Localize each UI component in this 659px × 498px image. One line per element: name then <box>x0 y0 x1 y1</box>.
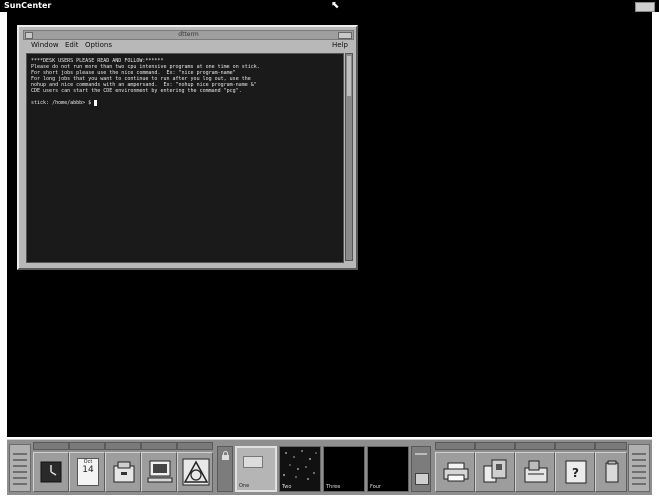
shapes-icon <box>182 458 210 486</box>
workspace-label: Two <box>282 484 292 490</box>
subpanel-arrow[interactable] <box>435 442 475 450</box>
terminal-menu-bar: Window Edit Options Help <box>23 41 352 50</box>
workspace-one-button[interactable]: One <box>235 446 277 492</box>
subpanel-arrow[interactable] <box>555 442 595 450</box>
terminal-title: dtterm <box>178 31 199 38</box>
file-manager-slot[interactable] <box>105 452 141 492</box>
workspace-backdrop-icon <box>280 447 320 483</box>
busy-light-icon[interactable] <box>415 473 429 485</box>
help-book-icon: ? <box>565 460 587 484</box>
app-manager-slot[interactable] <box>515 452 555 492</box>
menu-edit[interactable]: Edit <box>65 41 79 50</box>
application-manager-icon <box>524 460 548 483</box>
help-manager-slot[interactable]: ? <box>555 452 595 492</box>
subpanel-arrow[interactable] <box>141 442 177 450</box>
subpanel-arrow[interactable] <box>475 442 515 450</box>
clock-icon <box>40 461 62 483</box>
workspace-label: Four <box>370 484 381 490</box>
window-minimize-maximize-buttons[interactable] <box>338 32 352 39</box>
calendar-icon: Oct 14 <box>77 458 99 486</box>
printer-slot[interactable] <box>435 452 475 492</box>
workspace-label: One <box>239 483 250 489</box>
computer-icon <box>147 460 173 483</box>
top-bar-title: SunCenter <box>4 1 52 10</box>
application-manager-slot[interactable] <box>177 452 213 492</box>
file-drawer-icon <box>113 461 135 483</box>
scrollbar-thumb[interactable] <box>347 56 351 96</box>
trash-can-icon <box>605 460 619 483</box>
terminal-prompt: stick: /home/abbb> $ <box>31 100 95 106</box>
subpanel-arrow[interactable] <box>177 442 213 450</box>
calendar-day: 14 <box>82 465 94 475</box>
subpanel-arrow[interactable] <box>69 442 105 450</box>
workspace-four-button[interactable]: Four <box>367 446 409 492</box>
lock-exit-area <box>217 446 233 492</box>
mouse-pointer-icon: ⬉ <box>331 0 340 11</box>
terminal-window[interactable]: dtterm Window Edit Options Help ****DESK… <box>17 25 358 270</box>
svg-text:?: ? <box>572 466 579 480</box>
terminal-scrollbar[interactable] <box>345 53 353 261</box>
terminal-text-area[interactable]: ****DESK USERS PLEASE READ AND FOLLOW:**… <box>26 53 344 263</box>
trash-slot[interactable] <box>595 452 627 492</box>
front-panel-right-handle[interactable] <box>628 444 650 492</box>
calendar-slot[interactable]: Oct 14 <box>69 452 105 492</box>
lock-icon[interactable] <box>221 451 230 461</box>
printer-icon <box>443 462 469 482</box>
subpanel-arrow[interactable] <box>105 442 141 450</box>
terminal-cursor <box>94 100 97 106</box>
menu-window[interactable]: Window <box>31 41 59 50</box>
style-manager-icon <box>483 459 507 483</box>
menu-options[interactable]: Options <box>85 41 112 50</box>
terminal-launcher-slot[interactable] <box>141 452 177 492</box>
busy-indicator-area <box>411 446 431 492</box>
front-panel: Oct 14 One Two Three Four ? <box>7 439 652 495</box>
front-panel-left-handle[interactable] <box>9 444 31 492</box>
terminal-title-bar[interactable]: dtterm <box>23 30 354 40</box>
subpanel-arrow[interactable] <box>595 442 627 450</box>
subpanel-arrow[interactable] <box>33 442 69 450</box>
menu-help[interactable]: Help <box>332 41 348 50</box>
top-bar: SunCenter ⬉ <box>0 0 659 12</box>
style-manager-slot[interactable] <box>475 452 515 492</box>
subpanel-arrow[interactable] <box>515 442 555 450</box>
top-bar-indicator[interactable] <box>635 2 655 12</box>
clock-slot[interactable] <box>33 452 69 492</box>
workspace-label: Three <box>326 484 341 490</box>
workspace-two-button[interactable]: Two <box>279 446 321 492</box>
workspace-three-button[interactable]: Three <box>323 446 365 492</box>
terminal-line: CDE users can start the CDE environment … <box>31 88 242 94</box>
